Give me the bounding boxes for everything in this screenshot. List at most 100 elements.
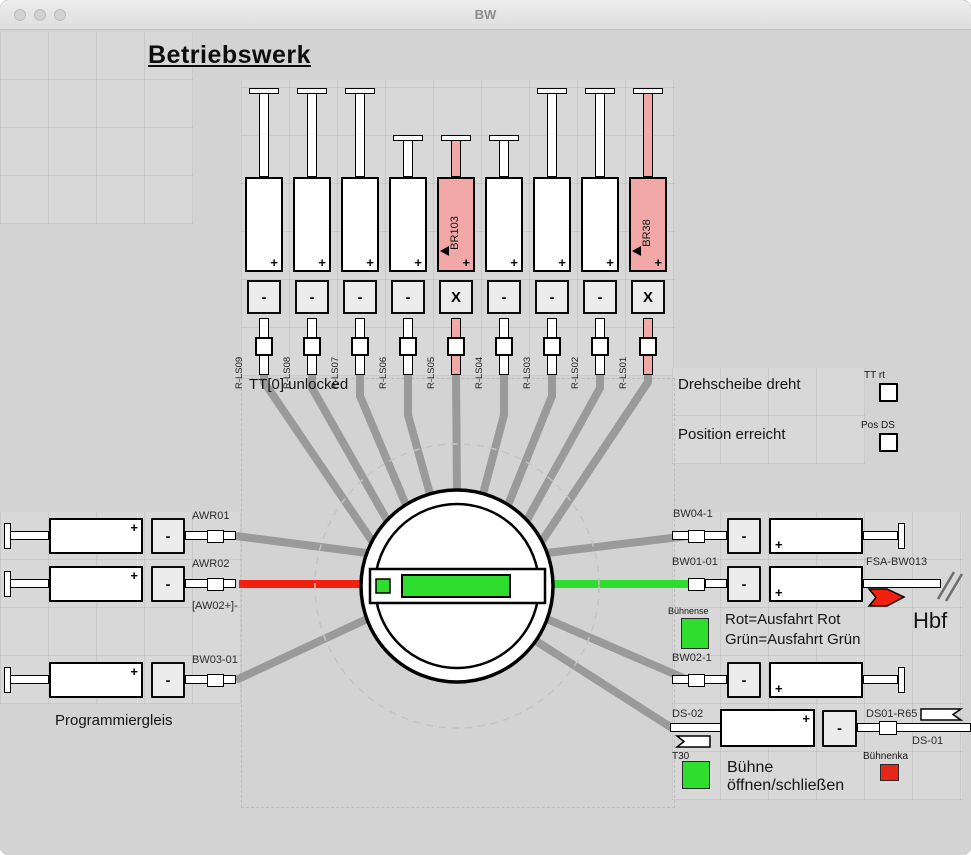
track-sensor bbox=[255, 337, 273, 356]
track-segment bbox=[595, 93, 605, 177]
stub-track-label: R-LS09 bbox=[234, 327, 246, 389]
indicator-row2-tag: Pos DS bbox=[861, 420, 895, 431]
page-title: Betriebswerk bbox=[148, 41, 311, 70]
radial-track bbox=[483, 375, 504, 494]
block-orientation-plus: + bbox=[414, 256, 422, 269]
radial-track bbox=[547, 536, 688, 553]
track-sensor bbox=[879, 721, 897, 735]
track-label-bw01-01: BW01-01 bbox=[672, 556, 718, 568]
track-block-bw01-01[interactable]: + bbox=[769, 566, 863, 602]
stub-button-r-ls09[interactable]: - bbox=[247, 280, 281, 314]
stub-track-block-r-ls08[interactable]: + bbox=[293, 177, 331, 272]
stub-track-block-r-ls01[interactable]: +BR38 bbox=[629, 177, 667, 272]
destination-hbf: Hbf bbox=[913, 608, 947, 634]
stub-track-block-r-ls05[interactable]: +BR103 bbox=[437, 177, 475, 272]
indicator-row2-label: Position erreicht bbox=[678, 426, 786, 443]
bridge-occupancy-bar bbox=[402, 575, 510, 597]
radial-track bbox=[408, 375, 430, 494]
route-flag-right bbox=[921, 709, 961, 720]
block-orientation-plus: + bbox=[270, 256, 278, 269]
track-sensor bbox=[447, 337, 465, 356]
titlebar: BW bbox=[0, 0, 971, 30]
block-orientation-plus: + bbox=[318, 256, 326, 269]
track-diagram-canvas: Betriebswerk +-R-LS09+-R-LS08+-R-LS07+-R… bbox=[0, 30, 971, 855]
stub-button-r-ls07[interactable]: - bbox=[343, 280, 377, 314]
block-orientation-plus: + bbox=[510, 256, 518, 269]
track-sensor bbox=[688, 578, 705, 591]
buehnense-lamp bbox=[681, 618, 709, 649]
block-orientation-plus: + bbox=[366, 256, 374, 269]
track-segment bbox=[403, 140, 413, 177]
indicator-row1-label: Drehscheibe dreht bbox=[678, 376, 801, 393]
release-button-awr02[interactable]: - bbox=[151, 566, 185, 602]
block-orientation-plus: + bbox=[654, 256, 662, 269]
track-label-awr01: AWR01 bbox=[192, 510, 230, 522]
release-button-bw04-1[interactable]: - bbox=[727, 518, 761, 554]
release-button-bw03-01[interactable]: - bbox=[151, 662, 185, 698]
track-segment bbox=[499, 140, 509, 177]
buehne-caption-line2: öffnen/schließen bbox=[727, 777, 844, 795]
stub-track-label: R-LS03 bbox=[522, 327, 534, 389]
stub-track-label: R-LS05 bbox=[426, 327, 438, 389]
track-segment bbox=[670, 723, 722, 732]
track-segment bbox=[10, 579, 49, 588]
bridge-sensor-lamp bbox=[376, 579, 390, 593]
release-button-bw01-01[interactable]: - bbox=[727, 566, 761, 602]
track-segment bbox=[307, 93, 317, 177]
track-segment bbox=[547, 93, 557, 177]
block-orientation-plus: + bbox=[130, 569, 138, 582]
track-label-ds01-r65: DS01-R65 bbox=[866, 708, 917, 720]
block-orientation-plus: + bbox=[802, 712, 810, 725]
stub-track-block-r-ls09[interactable]: + bbox=[245, 177, 283, 272]
stub-track-label: R-LS01 bbox=[618, 327, 630, 389]
legend-line2: Grün=Ausfahrt Grün bbox=[725, 631, 860, 648]
release-button-bw02-1[interactable]: - bbox=[727, 662, 761, 698]
stub-track-block-r-ls07[interactable]: + bbox=[341, 177, 379, 272]
release-button-awr01[interactable]: - bbox=[151, 518, 185, 554]
radial-track bbox=[236, 536, 367, 553]
track-block-bw04-1[interactable]: + bbox=[769, 518, 863, 554]
release-button-ds-02[interactable]: - bbox=[822, 710, 857, 747]
stub-button-r-ls04[interactable]: - bbox=[487, 280, 521, 314]
stub-button-r-ls08[interactable]: - bbox=[295, 280, 329, 314]
route-flag-left bbox=[677, 736, 710, 747]
block-orientation-plus: + bbox=[558, 256, 566, 269]
track-segment bbox=[10, 531, 49, 540]
track-block-ds-02[interactable]: + bbox=[720, 709, 815, 747]
track-block-bw02-1[interactable]: + bbox=[769, 662, 863, 698]
track-sensor bbox=[351, 337, 369, 356]
track-label-bw03-01: BW03-01 bbox=[192, 654, 238, 666]
track-block-bw03-01[interactable]: + bbox=[49, 662, 143, 698]
block-orientation-plus: + bbox=[775, 682, 783, 695]
block-orientation-plus: + bbox=[606, 256, 614, 269]
stub-track-block-r-ls03[interactable]: + bbox=[533, 177, 571, 272]
radial-track bbox=[456, 375, 457, 492]
track-label-awr02: AWR02 bbox=[192, 558, 230, 570]
stub-button-r-ls01[interactable]: X bbox=[631, 280, 665, 314]
track-sensor bbox=[543, 337, 561, 356]
signal-label-fsa: FSA-BW013 bbox=[866, 556, 927, 568]
track-block-awr02[interactable]: + bbox=[49, 566, 143, 602]
track-segment bbox=[857, 723, 971, 732]
stub-track-block-r-ls06[interactable]: + bbox=[389, 177, 427, 272]
programming-track-caption: Programmiergleis bbox=[55, 712, 173, 729]
track-break-slashes bbox=[938, 572, 962, 601]
stub-track-block-r-ls04[interactable]: + bbox=[485, 177, 523, 272]
stub-button-r-ls06[interactable]: - bbox=[391, 280, 425, 314]
track-block-awr01[interactable]: + bbox=[49, 518, 143, 554]
track-sensor bbox=[639, 337, 657, 356]
route-segment-red bbox=[239, 580, 363, 588]
stub-track-block-r-ls02[interactable]: + bbox=[581, 177, 619, 272]
track-segment bbox=[705, 579, 727, 588]
stub-button-r-ls03[interactable]: - bbox=[535, 280, 569, 314]
stub-button-r-ls02[interactable]: - bbox=[583, 280, 617, 314]
track-segment bbox=[451, 140, 461, 177]
track-segment bbox=[10, 675, 49, 684]
stub-track-label: R-LS04 bbox=[474, 327, 486, 389]
track-segment bbox=[643, 93, 653, 177]
block-orientation-plus: + bbox=[130, 521, 138, 534]
t30-button[interactable] bbox=[682, 761, 710, 789]
radial-track bbox=[536, 641, 672, 728]
stub-button-r-ls05[interactable]: X bbox=[439, 280, 473, 314]
track-label-bw04-1: BW04-1 bbox=[673, 508, 713, 520]
